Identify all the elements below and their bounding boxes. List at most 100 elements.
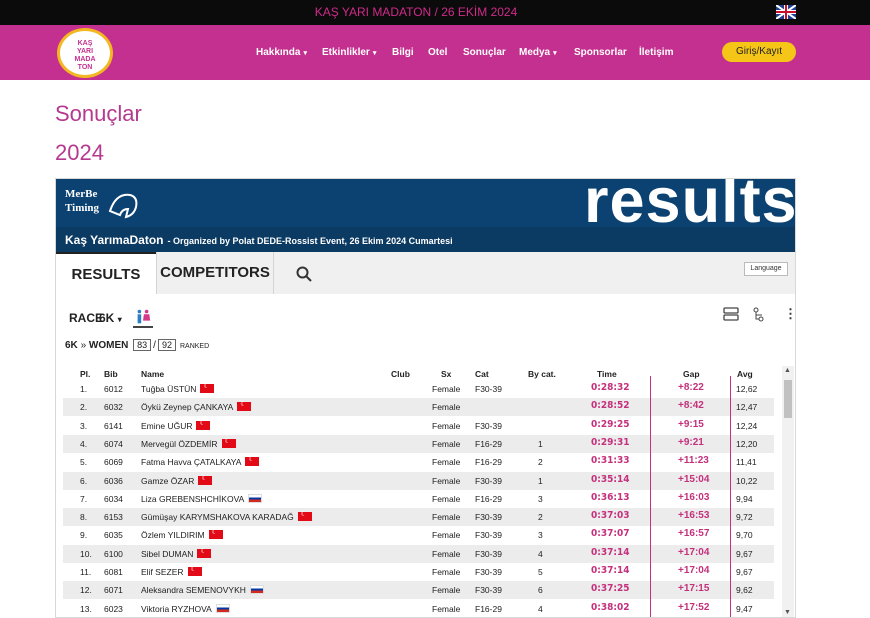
bib-cell: 6141 bbox=[104, 420, 123, 431]
name-cell[interactable]: Öykü Zeynep ÇANKAYA bbox=[141, 400, 252, 412]
login-button[interactable]: Giriş/Kayıt bbox=[722, 42, 796, 62]
by-category-cell: 2 bbox=[538, 512, 543, 523]
table-row[interactable]: 13. 6023 Viktoria RYZHOVA Female F16-29 4 0:38… bbox=[63, 600, 774, 617]
search-icon[interactable] bbox=[296, 266, 312, 282]
bib-cell: 6081 bbox=[104, 567, 123, 577]
nav-item-etkinlikler[interactable]: Etkinlikler ▾ bbox=[322, 47, 376, 58]
header-gap[interactable]: Gap bbox=[683, 369, 700, 379]
nav-item-sponsorlar[interactable]: Sponsorlar bbox=[574, 47, 627, 58]
time-cell: 0:38:02 bbox=[591, 601, 630, 613]
table-row[interactable]: 12. 6071 Aleksandra SEMENOVYKH Female F30-39… bbox=[63, 581, 774, 600]
name-cell[interactable]: Özlem YILDIRIM bbox=[141, 528, 223, 540]
table-row[interactable]: 10. 6100 Sibel DUMAN Female F30-39 4 0:37:14 +1… bbox=[63, 544, 774, 563]
nav-item-hakkinda[interactable]: Hakkında ▾ bbox=[256, 47, 307, 58]
scroll-up-icon[interactable]: ▲ bbox=[784, 367, 791, 374]
time-cell: 0:37:07 bbox=[591, 528, 630, 540]
turkey-flag-icon bbox=[197, 547, 212, 558]
table-row[interactable]: 3. 6141 Emine UĞUR Female F30-39 0:29:25 +9:15… bbox=[63, 417, 774, 435]
bib-cell: 6036 bbox=[104, 475, 123, 486]
scroll-thumb[interactable] bbox=[784, 380, 792, 418]
timing-logo-line-2: Timing bbox=[65, 202, 100, 214]
table-row[interactable]: 7. 6034 Liza GREBENSHCHİKOVA Female F16-29 3 0… bbox=[63, 490, 774, 508]
bib-cell: 6032 bbox=[104, 402, 123, 413]
name-cell[interactable]: Fatma Havva ÇATALKAYA bbox=[141, 455, 260, 467]
gender-filter-icon[interactable] bbox=[133, 308, 153, 328]
more-options-icon[interactable]: ⋮ bbox=[784, 306, 795, 322]
table-row[interactable]: 1. 6012 Tuğba ÜSTÜN Female F30-39 0:28:32 +8:2… bbox=[63, 380, 774, 398]
turkey-flag-icon bbox=[200, 382, 215, 393]
place-cell: 10. bbox=[80, 548, 92, 559]
place-cell: 9. bbox=[80, 530, 88, 541]
bib-cell: 6074 bbox=[104, 438, 123, 449]
name-cell[interactable]: Viktoria RYZHOVA bbox=[141, 603, 230, 614]
nav-item-otel[interactable]: Otel bbox=[428, 47, 447, 58]
gap-cell: +16:53 bbox=[678, 510, 710, 522]
header-by-category[interactable]: By cat. bbox=[528, 369, 556, 379]
header-name[interactable]: Name bbox=[141, 369, 164, 379]
event-subtitle-bar: Kaş YarımaDaton - Organized by Polat DEDE… bbox=[56, 227, 795, 252]
name-cell[interactable]: Aleksandra SEMENOVYKH bbox=[141, 585, 264, 595]
table-row[interactable]: 9. 6035 Özlem YILDIRIM Female F30-39 3 0:37:07… bbox=[63, 526, 774, 544]
gap-cell: +17:04 bbox=[678, 565, 710, 576]
nav-item-bilgi[interactable]: Bilgi bbox=[392, 47, 414, 58]
by-category-cell: 3 bbox=[538, 530, 543, 541]
race-selector[interactable]: 6K ▾ bbox=[99, 311, 122, 325]
table-row[interactable]: 8. 6153 Gümüşay KARYMSHAKOVA KARADAĞ Female… bbox=[63, 508, 774, 527]
top-bar: KAŞ YARI MADATON / 26 EKİM 2024 bbox=[0, 0, 870, 25]
avg-cell: 9,72 bbox=[736, 512, 753, 523]
name-cell[interactable]: Emine UĞUR bbox=[141, 419, 211, 431]
nav-item-sonuclar[interactable]: Sonuçlar bbox=[463, 47, 506, 58]
header-time[interactable]: Time bbox=[597, 369, 617, 379]
russia-flag-icon bbox=[248, 493, 263, 503]
by-category-cell: 3 bbox=[538, 493, 543, 504]
name-cell[interactable]: Sibel DUMAN bbox=[141, 547, 212, 559]
time-cell: 0:36:13 bbox=[591, 491, 630, 503]
list-view-icon[interactable] bbox=[723, 307, 739, 321]
avg-cell: 10,22 bbox=[736, 475, 758, 486]
place-cell: 7. bbox=[80, 493, 88, 504]
category-cell: F30-39 bbox=[475, 585, 502, 596]
tab-competitors[interactable]: COMPETITORS bbox=[157, 252, 273, 294]
header-category[interactable]: Cat bbox=[475, 369, 489, 379]
split-view-icon[interactable] bbox=[752, 307, 766, 323]
uk-flag-icon[interactable] bbox=[776, 5, 796, 19]
table-row[interactable]: 2. 6032 Öykü Zeynep ÇANKAYA Female 0:28:52 +8… bbox=[63, 398, 774, 417]
header-place[interactable]: Pl. bbox=[80, 369, 90, 379]
table-row[interactable]: 6. 6036 Gamze ÖZAR Female F30-39 1 0:35:14 +15:… bbox=[63, 471, 774, 490]
name-cell[interactable]: Mervegül ÖZDEMİR bbox=[141, 437, 236, 449]
bib-cell: 6100 bbox=[104, 548, 123, 559]
russia-flag-icon bbox=[215, 603, 230, 613]
name-cell[interactable]: Liza GREBENSHCHİKOVA bbox=[141, 493, 263, 504]
nav-item-iletisim[interactable]: İletişim bbox=[639, 47, 673, 58]
table-row[interactable]: 5. 6069 Fatma Havva ÇATALKAYA Female F16-29 2… bbox=[63, 453, 774, 471]
chevron-down-icon: ▾ bbox=[553, 50, 557, 57]
turkey-flag-icon bbox=[237, 400, 252, 412]
gap-cell: +16:03 bbox=[678, 491, 710, 503]
site-logo[interactable]: KAŞ YARI MADA TON bbox=[57, 28, 113, 78]
time-cell: 0:31:33 bbox=[591, 455, 630, 467]
language-button[interactable]: Language bbox=[744, 262, 788, 276]
name-cell[interactable]: Gamze ÖZAR bbox=[141, 474, 213, 486]
table-header: Pl. Bib Name Club Sx Cat By cat. Time Ga… bbox=[63, 366, 774, 380]
bib-cell: 6012 bbox=[104, 384, 123, 394]
table-row[interactable]: 4. 6074 Mervegül ÖZDEMİR Female F16-29 1 0:29:… bbox=[63, 434, 774, 453]
scroll-down-icon[interactable]: ▼ bbox=[784, 609, 791, 616]
header-sex[interactable]: Sx bbox=[441, 369, 451, 379]
tab-results[interactable]: RESULTS bbox=[56, 252, 156, 294]
nav-item-medya[interactable]: Medya ▾ bbox=[519, 47, 557, 58]
main-navbar: KAŞ YARI MADA TON Hakkında ▾ Etkinlikler ▾… bbox=[0, 25, 870, 80]
avg-cell: 12,24 bbox=[736, 420, 758, 431]
turkey-flag-icon bbox=[198, 474, 213, 485]
table-row[interactable]: 11. 6081 Elif SEZER Female F30-39 5 0:37:14 +17… bbox=[63, 563, 774, 581]
ranked-count: 83 bbox=[133, 339, 152, 351]
header-avg[interactable]: Avg bbox=[737, 369, 753, 379]
name-cell[interactable]: Tuğba ÜSTÜN bbox=[141, 382, 215, 394]
name-cell[interactable]: Gümüşay KARYMSHAKOVA KARADAĞ bbox=[141, 510, 312, 522]
header-bib[interactable]: Bib bbox=[104, 369, 118, 379]
sex-cell: Female bbox=[432, 603, 461, 614]
table-scrollbar[interactable]: ▲ ▼ bbox=[782, 366, 794, 617]
page-title: Sonuçlar bbox=[55, 101, 142, 126]
header-club[interactable]: Club bbox=[391, 369, 410, 379]
name-cell[interactable]: Elif SEZER bbox=[141, 565, 202, 577]
gap-divider bbox=[730, 376, 731, 617]
